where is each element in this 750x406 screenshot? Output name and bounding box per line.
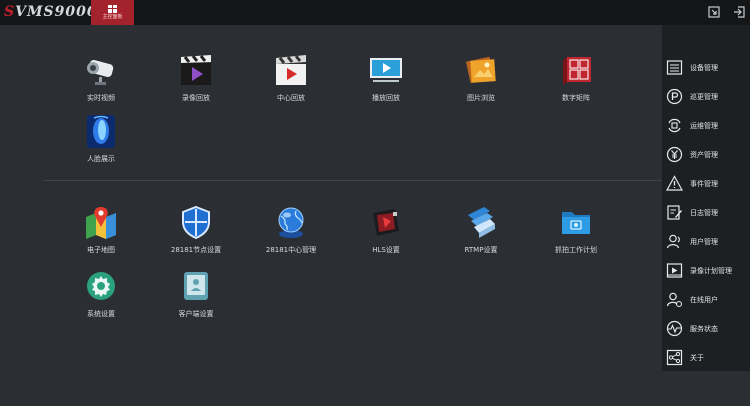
- dashboard-icon: [108, 5, 117, 13]
- matrix-cube-icon: [563, 57, 591, 85]
- sidebar-bottom-spacer: [662, 371, 750, 406]
- tile-client-settings-label: 客户端设置: [178, 310, 214, 318]
- camera-icon: [87, 59, 114, 85]
- sidebar-item-label: 事件管理: [690, 180, 718, 188]
- section-divider: [43, 180, 662, 181]
- home-dashboard-button[interactable]: 主控面板: [91, 0, 134, 25]
- main-panel: 实时视频 录像回放 中心回放 播放回放 图片浏览 数字矩阵 人脸展示 电子地图 …: [0, 25, 662, 406]
- tile-center-playback[interactable]: 中心回放: [246, 51, 336, 103]
- log-edit-icon: [667, 205, 682, 220]
- tile-record-playback-label: 录像回放: [182, 94, 210, 102]
- sidebar-item-user-management[interactable]: 用户管理: [666, 232, 750, 252]
- sidebar-item-service-status[interactable]: 服务状态: [666, 319, 750, 339]
- sidebar-item-patrol-management[interactable]: 巡更管理: [666, 87, 750, 107]
- sidebar-item-online-users[interactable]: 在线用户: [666, 290, 750, 310]
- rtmp-stack-icon: [468, 207, 495, 238]
- tile-28181-node-settings[interactable]: 28181节点设置: [151, 203, 241, 255]
- sidebar-item-asset-management[interactable]: 资产管理: [666, 145, 750, 165]
- sidebar-item-label: 运维管理: [690, 122, 718, 130]
- online-user-icon: [666, 292, 683, 308]
- sidebar-item-label: 巡更管理: [690, 93, 718, 101]
- tile-photo-browse[interactable]: 图片浏览: [436, 51, 526, 103]
- folder-icon: [562, 212, 590, 234]
- clapperboard-center-icon: [276, 55, 306, 85]
- tile-record-playback[interactable]: 录像回放: [151, 51, 241, 103]
- warning-icon: [666, 175, 683, 191]
- tile-rtmp-settings-label: RTMP设置: [464, 246, 498, 254]
- sidebar-item-about[interactable]: 关于: [666, 348, 750, 368]
- tile-client-settings[interactable]: 客户端设置: [151, 267, 241, 319]
- tile-capture-schedule-label: 抓拍工作计划: [555, 246, 597, 254]
- home-dashboard-label: 主控面板: [102, 14, 123, 20]
- service-status-icon: [666, 320, 683, 337]
- sidebar-item-device-management[interactable]: 设备管理: [666, 58, 750, 78]
- sidebar: 设备管理 巡更管理 运维管理 资产管理 事件管理 日志管理 用户管理 录像计划管…: [662, 25, 750, 371]
- tile-live-video-label: 实时视频: [87, 94, 115, 102]
- tile-28181-center-management-label: 28181中心管理: [265, 246, 317, 254]
- tile-playback-replay[interactable]: 播放回放: [341, 51, 431, 103]
- tile-system-settings-label: 系统设置: [87, 310, 115, 318]
- settings-gear-icon: [87, 272, 115, 300]
- sidebar-item-event-management[interactable]: 事件管理: [666, 174, 750, 194]
- user-manage-icon: [666, 234, 680, 249]
- sidebar-item-label: 设备管理: [690, 64, 718, 72]
- tile-hls-settings-label: HLS设置: [372, 246, 400, 254]
- tile-capture-schedule[interactable]: 抓拍工作计划: [531, 203, 621, 255]
- tile-face-display[interactable]: 人脸展示: [56, 112, 146, 164]
- tile-28181-node-settings-label: 28181节点设置: [170, 246, 222, 254]
- device-list-icon: [666, 60, 683, 75]
- tile-hls-settings[interactable]: HLS设置: [341, 203, 431, 255]
- tile-rtmp-settings[interactable]: RTMP设置: [436, 203, 526, 255]
- tile-photo-browse-label: 图片浏览: [467, 94, 495, 102]
- minimize-window-icon[interactable]: [708, 6, 720, 18]
- tile-digital-matrix-label: 数字矩阵: [562, 94, 590, 102]
- sidebar-item-label: 在线用户: [690, 296, 718, 304]
- app-logo: SVMS9000: [4, 4, 98, 20]
- globe-icon: [278, 207, 304, 238]
- monitor-play-icon: [370, 58, 402, 82]
- sidebar-item-log-management[interactable]: 日志管理: [666, 203, 750, 223]
- top-bar: SVMS9000 主控面板: [0, 0, 750, 25]
- patrol-p-icon: [666, 88, 683, 105]
- tile-28181-center-management[interactable]: 28181中心管理: [246, 203, 336, 255]
- sidebar-item-label: 录像计划管理: [690, 267, 732, 275]
- tile-digital-matrix[interactable]: 数字矩阵: [531, 51, 621, 103]
- sidebar-item-label: 服务状态: [690, 325, 718, 333]
- hls-box-icon: [373, 209, 399, 236]
- map-pin-icon: [86, 207, 116, 239]
- record-plan-icon: [666, 263, 683, 278]
- tile-live-video[interactable]: 实时视频: [56, 51, 146, 103]
- shield-icon: [182, 205, 210, 240]
- face-icon: [87, 115, 115, 148]
- tile-playback-replay-label: 播放回放: [372, 94, 400, 102]
- maintenance-icon: [668, 118, 681, 133]
- share-about-icon: [666, 349, 683, 366]
- sidebar-item-label: 日志管理: [690, 209, 718, 217]
- tile-face-display-label: 人脸展示: [87, 155, 115, 163]
- tile-center-playback-label: 中心回放: [277, 94, 305, 102]
- tile-e-map-label: 电子地图: [87, 246, 115, 254]
- sidebar-item-maintenance-management[interactable]: 运维管理: [666, 116, 750, 136]
- sidebar-item-label: 关于: [690, 354, 704, 362]
- sidebar-item-label: 资产管理: [690, 151, 718, 159]
- clapperboard-play-icon: [181, 55, 211, 85]
- photos-icon: [465, 56, 496, 84]
- yen-icon: [666, 146, 683, 163]
- sidebar-item-record-plan-management[interactable]: 录像计划管理: [666, 261, 750, 281]
- sidebar-item-label: 用户管理: [690, 238, 718, 246]
- exit-icon[interactable]: [733, 6, 745, 18]
- tile-e-map[interactable]: 电子地图: [56, 203, 146, 255]
- tile-system-settings[interactable]: 系统设置: [56, 267, 146, 319]
- client-phone-icon: [184, 272, 208, 300]
